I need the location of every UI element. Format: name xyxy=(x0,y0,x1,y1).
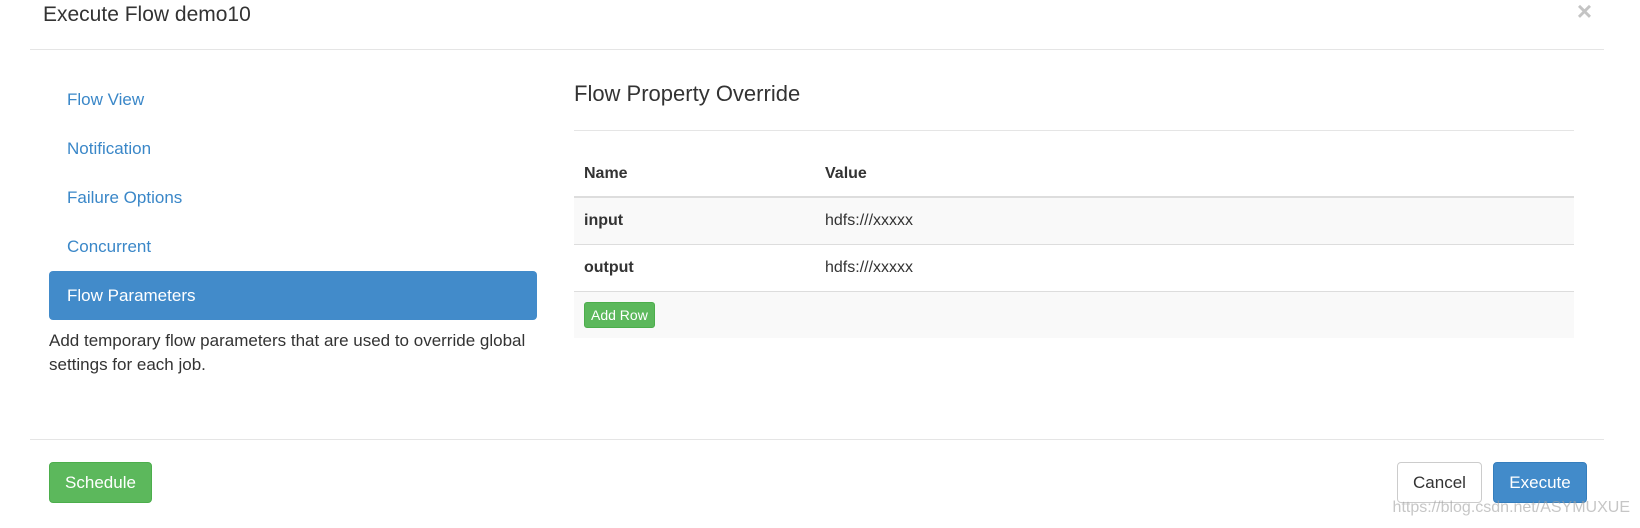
param-name-cell[interactable]: output xyxy=(574,243,815,291)
add-row-row: Add Row xyxy=(574,290,1574,338)
add-row-cell: Add Row xyxy=(574,290,1574,338)
nav-help-text: Add temporary flow parameters that are u… xyxy=(49,331,526,374)
table-row: output hdfs:///xxxxx xyxy=(574,243,1574,291)
param-value-cell[interactable]: hdfs:///xxxxx xyxy=(815,243,1574,291)
column-header-name: Name xyxy=(574,151,815,198)
nav-item-notification[interactable]: Notification xyxy=(49,124,537,173)
dialog-header: Execute Flow demo10 × xyxy=(30,0,1604,50)
parameters-table: Name Value input hdfs:///xxxxx output hd… xyxy=(574,151,1574,338)
flow-property-override-panel: Flow Property Override Name Value input … xyxy=(574,75,1574,338)
execute-button[interactable]: Execute xyxy=(1493,462,1587,503)
column-header-value: Value xyxy=(815,151,1574,198)
panel-title: Flow Property Override xyxy=(574,75,1574,131)
param-value-cell[interactable]: hdfs:///xxxxx xyxy=(815,196,1574,244)
nav-item-flow-view[interactable]: Flow View xyxy=(49,75,537,124)
table-row: input hdfs:///xxxxx xyxy=(574,196,1574,244)
schedule-button[interactable]: Schedule xyxy=(49,462,152,503)
dialog-body: Flow View Notification Failure Options C… xyxy=(30,50,1604,439)
execute-flow-dialog: Execute Flow demo10 × Flow View Notifica… xyxy=(0,0,1640,528)
dialog-title: Execute Flow demo10 xyxy=(43,3,251,26)
nav-item-failure-options[interactable]: Failure Options xyxy=(49,173,537,222)
nav-item-flow-parameters[interactable]: Flow Parameters xyxy=(49,271,537,320)
dialog-footer: Schedule Cancel Execute xyxy=(30,439,1604,528)
options-nav: Flow View Notification Failure Options C… xyxy=(49,75,537,320)
close-icon[interactable]: × xyxy=(1577,0,1592,24)
add-row-button[interactable]: Add Row xyxy=(584,301,655,328)
nav-item-concurrent[interactable]: Concurrent xyxy=(49,222,537,271)
cancel-button[interactable]: Cancel xyxy=(1397,462,1482,503)
param-name-cell[interactable]: input xyxy=(574,196,815,244)
table-header-row: Name Value xyxy=(574,151,1574,198)
watermark-text: https://blog.csdn.net/ASYMUXUE xyxy=(1392,499,1630,516)
